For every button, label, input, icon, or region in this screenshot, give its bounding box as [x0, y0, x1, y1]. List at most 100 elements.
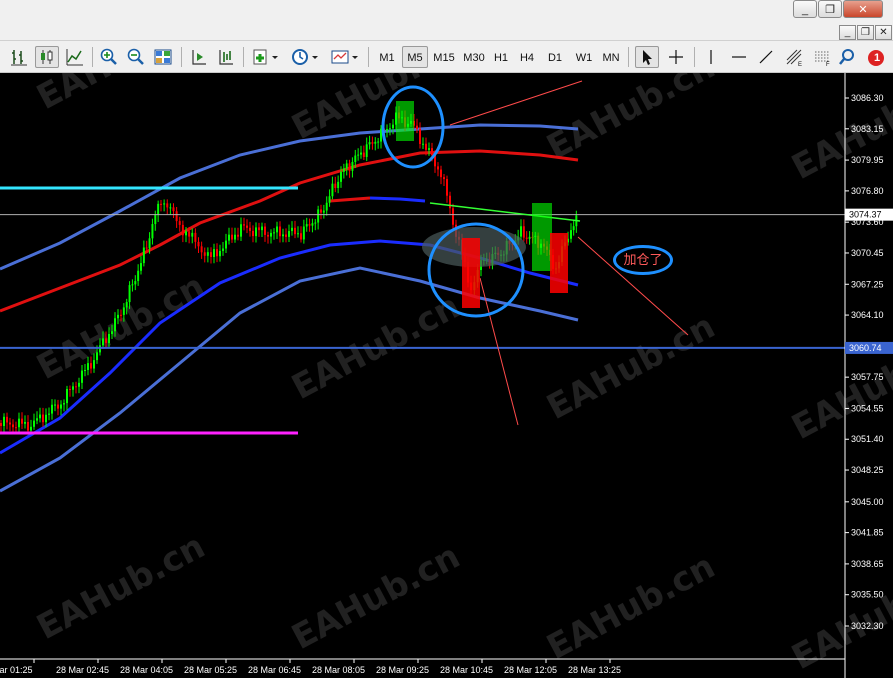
price-axis-label: 3064.10	[851, 310, 884, 320]
indicators-icon[interactable]	[250, 46, 282, 68]
candle-body	[105, 338, 107, 344]
candle-body	[345, 163, 348, 169]
timeframe-h1[interactable]: H1	[490, 46, 512, 68]
timeframe-w1[interactable]: W1	[571, 46, 597, 68]
candle-body	[428, 148, 430, 150]
price-chart[interactable]: EAHub.cn EAHub.cn EAHub.cn EAHub.cn EAHub.cn…	[0, 73, 893, 678]
chart-canvas[interactable]: EAHub.cn EAHub.cn EAHub.cn EAHub.cn EAHub.cn…	[0, 73, 893, 678]
candle-body	[219, 250, 221, 257]
candle-body	[72, 386, 74, 390]
candle-body	[285, 234, 287, 237]
candle-body	[54, 404, 56, 406]
candle-body	[39, 414, 41, 419]
candle-body	[128, 285, 131, 303]
annotation-text: 加仓了	[623, 253, 663, 268]
timeframe-m15[interactable]: M15	[430, 46, 458, 68]
candle-body	[125, 302, 128, 308]
candle-body	[194, 232, 197, 242]
timeframe-d1[interactable]: D1	[543, 46, 567, 68]
candle-body	[69, 388, 71, 390]
bar-chart-icon[interactable]	[8, 46, 30, 68]
candle-body	[246, 225, 248, 228]
level-price-tag: 3060.74	[845, 341, 893, 354]
equidistant-channel-icon[interactable]: E	[782, 46, 806, 68]
restore-button[interactable]: ❐	[818, 0, 842, 18]
line-chart-icon[interactable]	[64, 46, 86, 68]
timeframe-m1[interactable]: M1	[374, 46, 400, 68]
time-axis-label: 28 Mar 09:25	[376, 665, 429, 675]
templates-icon[interactable]	[328, 46, 362, 68]
child-minimize-button[interactable]: _	[839, 25, 856, 40]
candle-body	[51, 404, 53, 414]
candle-body	[0, 423, 2, 426]
candle-body	[377, 141, 380, 143]
watermark-text: EAHub.cn	[30, 73, 211, 118]
time-axis-label: 28 Mar 04:05	[120, 665, 173, 675]
periods-clock-icon[interactable]	[289, 46, 321, 68]
candle-body	[231, 234, 233, 240]
timeframe-mn[interactable]: MN	[598, 46, 624, 68]
candle-body	[90, 363, 92, 369]
candle-body	[443, 177, 445, 180]
candle-body	[437, 166, 439, 170]
candle-body	[294, 227, 296, 235]
current-price-tag-text: 3074.37	[849, 210, 882, 220]
minimize-button[interactable]: _	[793, 0, 817, 18]
candle-body	[222, 248, 224, 251]
vertical-line-icon[interactable]	[700, 46, 722, 68]
candlestick-chart-icon[interactable]	[35, 46, 59, 68]
child-close-button[interactable]: ✕	[875, 25, 892, 40]
fibonacci-icon[interactable]: F	[810, 46, 834, 68]
close-button[interactable]: ✕	[843, 0, 883, 18]
candle-body	[3, 416, 5, 426]
candle-body	[122, 307, 125, 315]
candle-body	[181, 224, 184, 236]
time-axis-label: Mar 01:25	[0, 665, 33, 675]
autoscroll-icon[interactable]	[188, 46, 210, 68]
watermark-text: EAHub.cn	[30, 526, 211, 648]
candle-body	[154, 215, 157, 225]
candle-body	[163, 203, 166, 205]
price-axis-label: 3086.30	[851, 93, 884, 103]
candle-body	[360, 152, 362, 155]
price-axis-label: 3041.85	[851, 528, 884, 538]
timeframe-m30[interactable]: M30	[460, 46, 488, 68]
candle-body	[351, 161, 354, 171]
candle-body	[416, 125, 418, 130]
candle-body	[157, 203, 160, 216]
candle-body	[425, 143, 427, 150]
candle-body	[255, 227, 257, 237]
candle-body	[15, 427, 17, 429]
timeframe-m5[interactable]: M5	[402, 46, 428, 68]
zoom-in-icon[interactable]	[98, 46, 120, 68]
candle-body	[234, 234, 236, 240]
zoom-out-icon[interactable]	[125, 46, 147, 68]
tile-windows-icon[interactable]	[152, 46, 174, 68]
candle-body	[240, 224, 242, 237]
candle-body	[33, 420, 35, 427]
notifications-badge[interactable]: 1	[864, 46, 888, 68]
candle-body	[140, 263, 142, 271]
crosshair-icon[interactable]	[664, 46, 688, 68]
candle-body	[148, 238, 151, 249]
timeframe-h4[interactable]: H4	[515, 46, 539, 68]
child-restore-button[interactable]: ❐	[857, 25, 874, 40]
trendline-icon[interactable]	[755, 46, 777, 68]
chart-shift-icon[interactable]	[215, 46, 237, 68]
cursor-tool-icon[interactable]	[635, 46, 659, 68]
candle-body	[137, 270, 140, 282]
search-icon[interactable]	[836, 46, 858, 68]
price-axis-label: 3070.45	[851, 248, 884, 258]
candle-body	[446, 179, 448, 196]
time-axis-label: 28 Mar 06:45	[248, 665, 301, 675]
candle-body	[160, 203, 162, 205]
candle-body	[142, 247, 145, 264]
candle-body	[305, 224, 308, 227]
notification-count: 1	[873, 52, 881, 64]
signal-box-green	[532, 203, 552, 271]
horizontal-line-icon[interactable]	[728, 46, 750, 68]
candle-body	[276, 226, 278, 233]
candle-body	[145, 247, 148, 249]
candle-body	[216, 249, 218, 257]
time-axis-label: 28 Mar 02:45	[56, 665, 109, 675]
